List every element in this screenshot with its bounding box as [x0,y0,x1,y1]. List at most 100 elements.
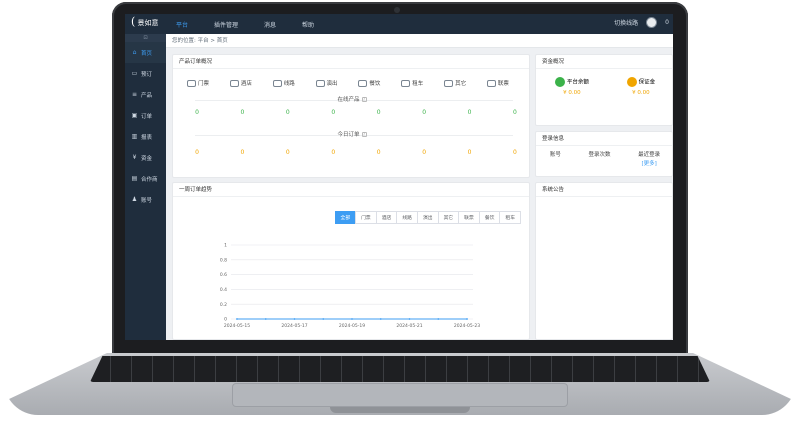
logo: ( 景如意 [131,15,159,28]
data-point [236,318,238,320]
category-dining[interactable]: 餐饮 [358,79,398,87]
category-label: 门票 [198,81,210,87]
x-tick-label: 2024-05-21 [396,323,422,329]
data-point [351,318,353,320]
sidebar-item-label: 首页 [141,50,153,57]
sidebar-item-reports[interactable]: ▥ 报表 [125,126,166,147]
today-value: 0 [240,149,245,156]
camera-icon [394,7,400,13]
product-order-panel: 产品订单概况 门票 酒店 线路 演出 餐饮 租车 其它 联票 在线产品? 0 0 0… [172,54,530,178]
data-point [437,318,440,320]
today-value: 0 [331,149,336,156]
login-col-count: 登录次数 [588,152,611,158]
login-info-panel: 登录信息 账号 登录次数 最近登录 [更多] [535,131,673,177]
nav-item-help[interactable]: 帮助 [299,20,317,29]
keyboard [90,356,710,382]
nav-item-messages[interactable]: 消息 [261,20,279,29]
category-ticket[interactable]: 门票 [187,79,227,87]
category-label: 酒店 [240,81,252,87]
show-icon [315,79,325,87]
y-tick-label: 0.6 [220,272,227,278]
funds-row: 平台余额 ¥ 0.00 保证金 ¥ 0.00 [536,77,673,96]
login-columns: 账号 登录次数 最近登录 [更多] [536,150,673,167]
deposit-icon [626,77,637,87]
today-value: 0 [376,149,381,156]
help-icon[interactable]: ? [361,132,367,137]
sidebar-item-products[interactable]: ≡ 产品 [125,84,166,105]
home-icon: ⌂ [132,49,137,56]
sidebar-item-funds[interactable]: ¥ 资金 [125,147,166,168]
more-link[interactable]: [更多] [638,159,660,167]
nav-item-platform[interactable]: 平台 [173,20,191,29]
data-point [466,318,468,320]
category-route[interactable]: 线路 [272,79,313,87]
user-icon: ♟ [131,196,138,203]
system-notice-panel: 系统公告 [535,182,673,340]
panel-title: 登录信息 [536,132,672,146]
y-tick-label: 0.2 [220,302,227,308]
online-value: 0 [331,109,336,116]
x-tick-label: 2024-05-15 [224,323,250,329]
hotel-icon [229,79,239,87]
trackpad [232,383,568,407]
sidebar-item-partners[interactable]: ▤ 合作商 [125,168,166,189]
category-label: 联票 [497,81,509,87]
nav-item-plugins[interactable]: 插件管理 [211,20,241,29]
app-screen: ( 景如意 平台 插件管理 消息 帮助 切换线路 0 ⊡ ⌂ 首页 ▭ 预订 ≡ 产品… [125,14,673,340]
sidebar-item-home[interactable]: ⌂ 首页 [125,42,166,63]
data-point [264,318,267,320]
panel-title: 资金概况 [536,55,672,69]
y-tick-label: 0.4 [220,287,227,293]
help-icon[interactable]: ? [361,97,367,102]
data-point [293,318,296,320]
today-value: 0 [422,149,427,156]
today-value: 0 [195,149,199,156]
combo-ticket-icon [486,79,496,87]
category-label: 演出 [326,81,338,87]
today-value: 0 [285,149,290,156]
switch-line-button[interactable]: 切换线路 [614,18,638,27]
wallet-icon [554,77,565,87]
sidebar-item-account[interactable]: ♟ 账号 [125,189,166,210]
sidebar-item-booking[interactable]: ▭ 预订 [125,63,166,84]
sidebar-item-label: 合作商 [141,176,158,183]
category-show[interactable]: 演出 [315,79,356,87]
category-hotel[interactable]: 酒店 [229,79,270,87]
online-products-label: 在线产品? [173,95,531,103]
data-point [408,318,411,320]
category-other[interactable]: 其它 [444,79,484,87]
car-icon [401,79,411,87]
weekly-trend-panel: 一周订单趋势 全部 门票 酒店 线路 演出 其它 联票 餐饮 租车 0 0.2 0.… [172,182,530,340]
category-car[interactable]: 租车 [401,79,441,87]
login-col-label: 最近登录 [638,152,661,158]
main-nav: 平台 插件管理 消息 帮助 [173,14,317,34]
x-tick-label: 2024-05-19 [339,323,365,329]
avatar[interactable] [646,17,658,28]
fund-label: 保证金 [638,79,656,86]
dining-icon [358,79,368,87]
panel-title: 产品订单概况 [173,55,529,69]
laptop-foot [330,407,470,413]
deposit-balance[interactable]: 保证金 ¥ 0.00 [626,77,656,96]
category-combo[interactable]: 联票 [486,79,527,87]
sidebar-item-label: 订单 [141,113,153,120]
category-row: 门票 酒店 线路 演出 餐饮 租车 其它 联票 [187,79,527,87]
section-label: 今日订单 [337,132,360,138]
collapse-icon[interactable]: ⊡ [125,34,166,42]
online-values-row: 0 0 0 0 0 0 0 0 [191,109,521,116]
online-value: 0 [513,109,517,116]
breadcrumb: 您的位置: 平台 > 首页 [166,34,673,48]
category-label: 餐饮 [369,81,381,87]
logo-mark: ( [131,15,136,28]
route-icon [272,79,282,87]
category-label: 其它 [455,81,467,87]
sidebar-item-label: 资金 [141,155,153,162]
chart-icon: ▥ [131,133,138,140]
online-value: 0 [376,109,381,116]
today-value: 0 [467,149,472,156]
y-tick-label: 0 [224,317,227,323]
order-icon: ▣ [131,112,138,119]
order-trend-chart: 0 0.2 0.4 0.6 0.8 1 2024-05-15 2024-05-17 2024-0… [220,243,480,329]
sidebar-item-orders[interactable]: ▣ 订单 [125,105,166,126]
platform-balance[interactable]: 平台余额 ¥ 0.00 [554,77,589,96]
